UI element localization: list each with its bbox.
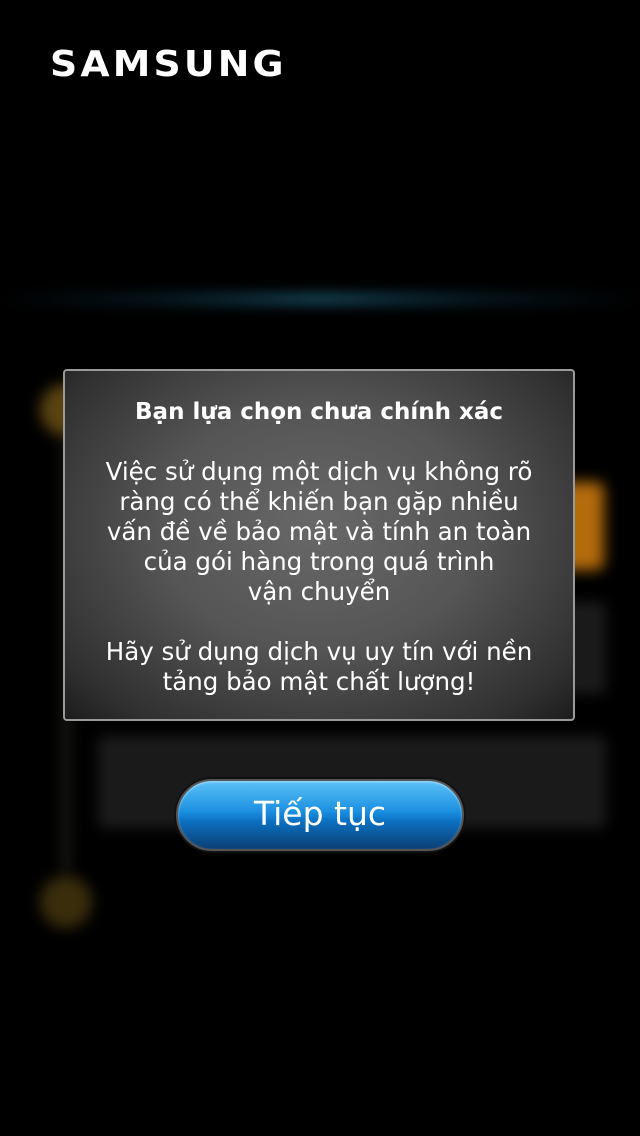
dialog-message-line: ràng có thể khiến bạn gặp nhiều [119, 487, 519, 516]
dialog-message-line: Việc sử dụng một dịch vụ không rõ [105, 457, 533, 486]
error-dialog: Bạn lựa chọn chưa chính xác Việc sử dụng… [63, 369, 575, 721]
background-step-marker [40, 876, 92, 928]
screen: SAMSUNG Bạn lựa chọn chưa chính xác Việc… [0, 0, 640, 1136]
dialog-advice-line: Hãy sử dụng dịch vụ uy tín với nền [105, 637, 533, 666]
dialog-message-line: vấn đề về bảo mật và tính an toàn [106, 517, 532, 546]
dialog-spacer [65, 607, 573, 637]
continue-button[interactable]: Tiếp tục [176, 779, 464, 851]
dialog-message: Việc sử dụng một dịch vụ không rõ ràng c… [65, 457, 573, 697]
background-divider [0, 296, 640, 302]
dialog-title: Bạn lựa chọn chưa chính xác [135, 399, 503, 425]
dialog-message-line: của gói hàng trong quá trình [143, 547, 495, 576]
dialog-advice-line: tảng bảo mật chất lượng! [162, 667, 476, 696]
samsung-logo: SAMSUNG [50, 44, 287, 85]
dialog-message-line: vận chuyển [247, 577, 391, 606]
